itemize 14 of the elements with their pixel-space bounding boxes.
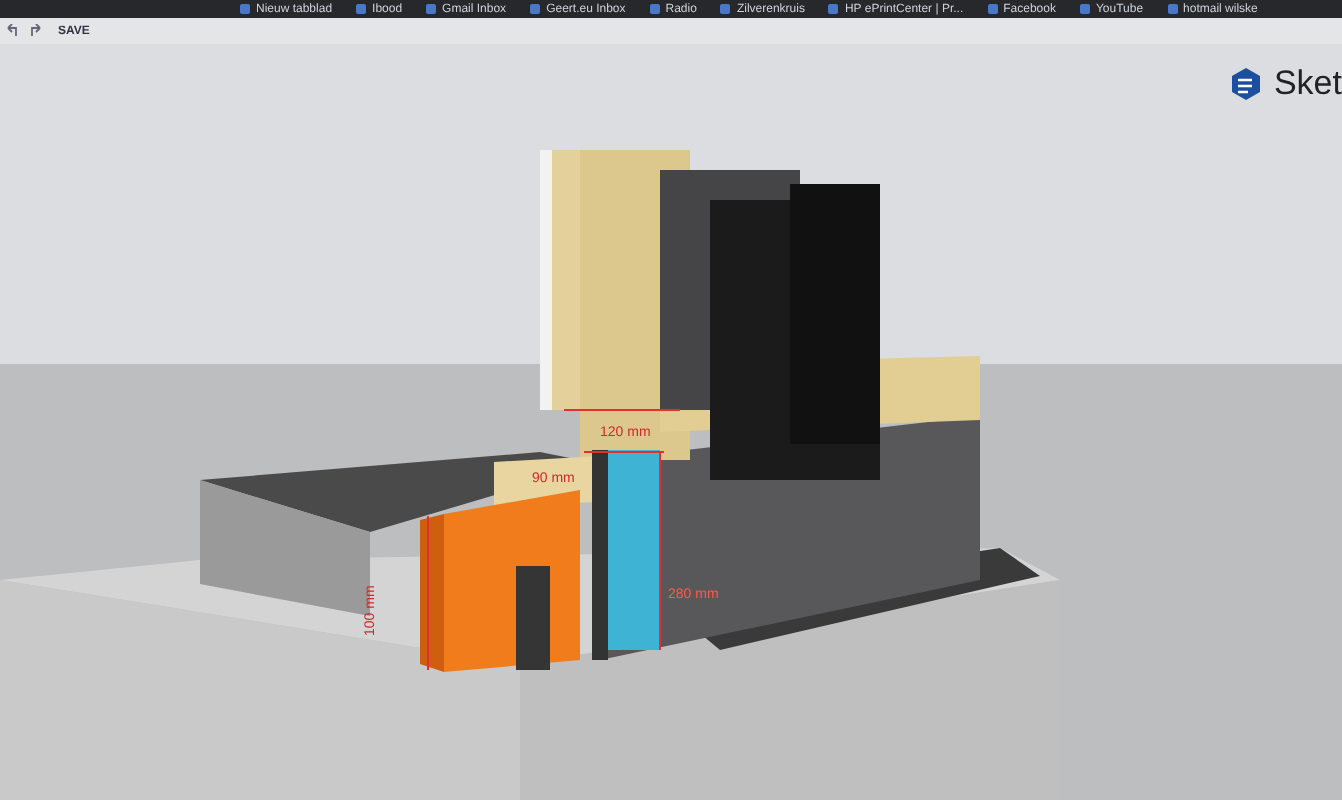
favicon-icon: [1079, 4, 1090, 14]
favicon-icon: [426, 4, 437, 14]
favicon-icon: [987, 4, 998, 14]
favicon-icon: [356, 4, 367, 14]
favicon-icon: [530, 4, 541, 14]
favicon-icon: [828, 4, 839, 14]
undo-icon[interactable]: [4, 23, 20, 39]
favicon-icon: [649, 4, 660, 14]
favicon-icon: [240, 4, 250, 14]
favicon-icon: [1167, 4, 1178, 14]
brand-name: Sket: [1273, 64, 1342, 104]
logo-icon: [1227, 66, 1264, 102]
favicon-icon: [720, 4, 731, 14]
redo-icon[interactable]: [28, 23, 44, 39]
